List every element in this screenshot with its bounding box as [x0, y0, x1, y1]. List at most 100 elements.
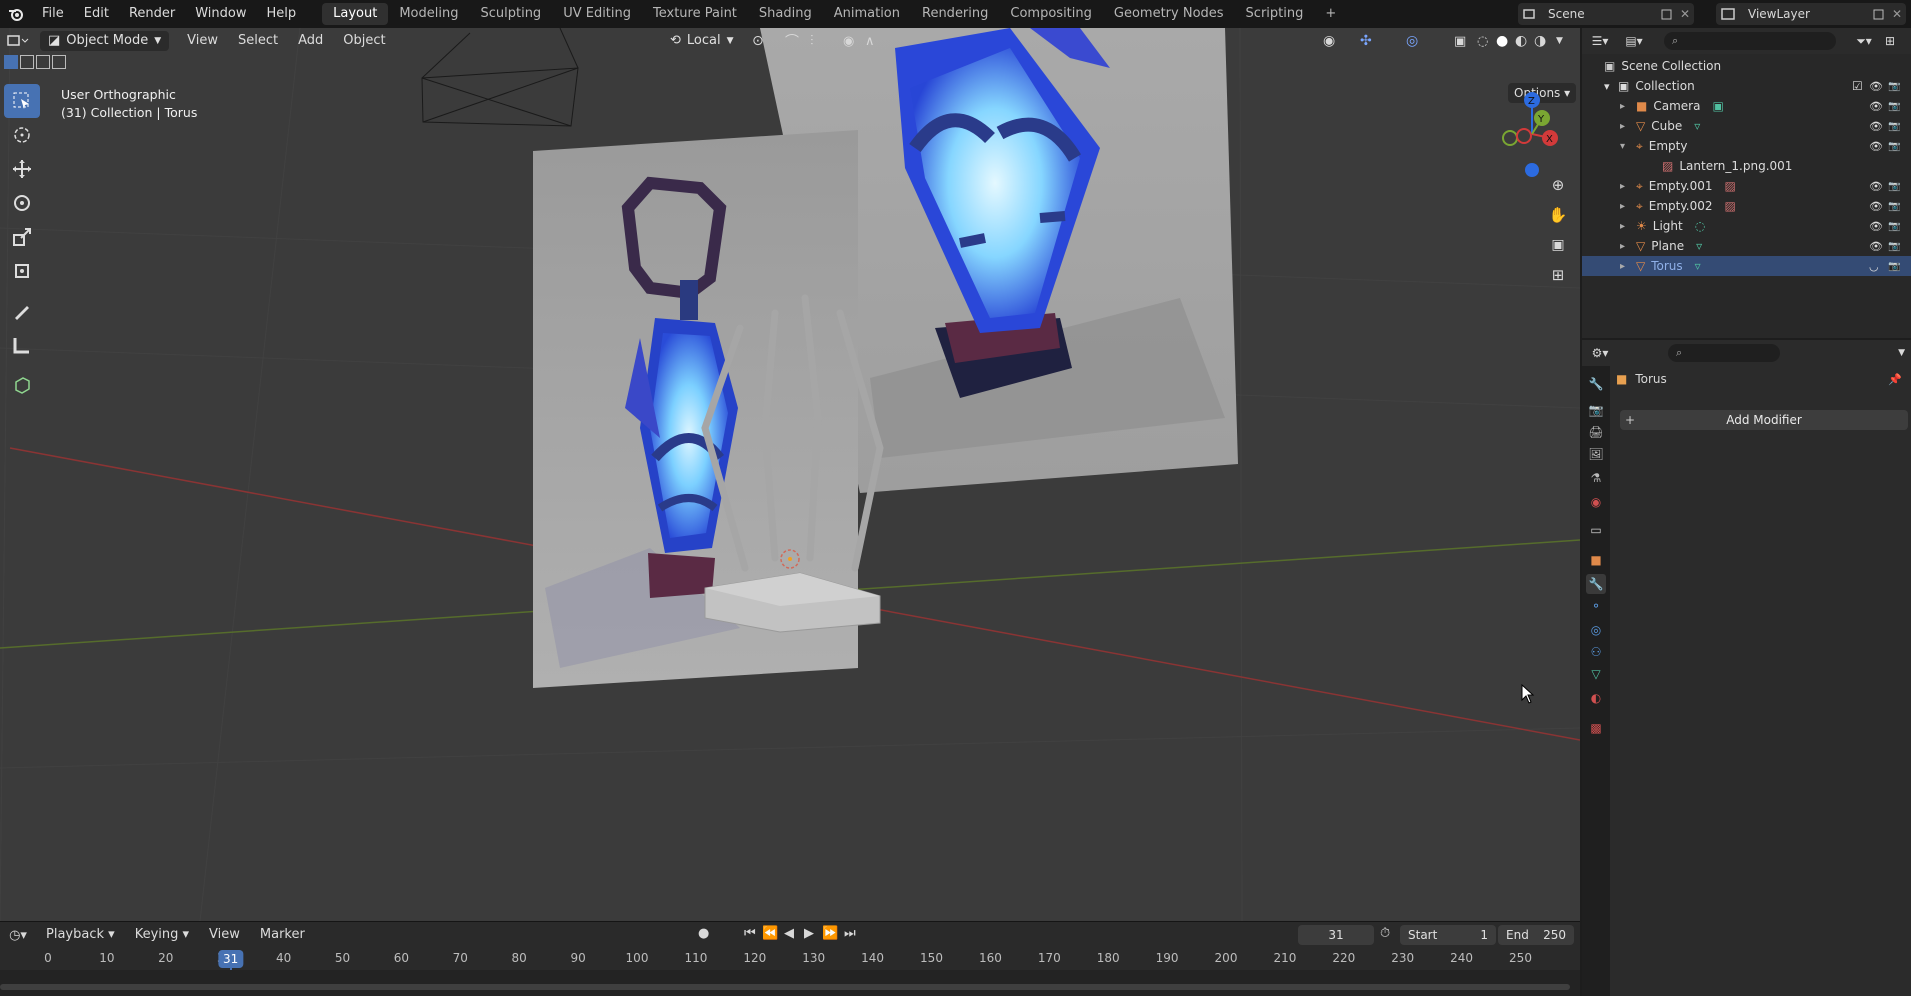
- menu-timeline-view[interactable]: View: [199, 924, 250, 946]
- tab-collection[interactable]: ▭: [1586, 520, 1606, 540]
- light-data-icon[interactable]: ◌: [1695, 219, 1705, 233]
- render-camera-icon[interactable]: 📷: [1888, 241, 1900, 252]
- collection-checkbox[interactable]: ☑: [1852, 79, 1863, 93]
- annotate-tool[interactable]: [4, 294, 40, 328]
- render-camera-icon[interactable]: 📷: [1888, 261, 1900, 272]
- image-icon[interactable]: ▨: [1724, 179, 1735, 193]
- menu-render[interactable]: Render: [119, 0, 185, 28]
- eye-icon[interactable]: 👁: [1869, 100, 1883, 113]
- tab-view-layer[interactable]: 🖼: [1586, 444, 1606, 464]
- outliner-item-plane[interactable]: ▸ ▽ Plane ▿ 👁 📷: [1582, 236, 1911, 256]
- timeline-track[interactable]: [0, 970, 1580, 996]
- properties-search-input[interactable]: ⌕: [1668, 344, 1780, 362]
- menu-window[interactable]: Window: [185, 0, 256, 28]
- jump-start-icon[interactable]: ⏮: [744, 926, 756, 941]
- scale-tool[interactable]: [4, 220, 40, 254]
- ortho-toggle-button[interactable]: ⊞: [1543, 260, 1573, 290]
- eye-icon[interactable]: 👁: [1869, 120, 1883, 133]
- tab-uv-editing[interactable]: UV Editing: [552, 3, 642, 25]
- start-frame-field[interactable]: Start 1: [1400, 925, 1496, 945]
- outliner-item-camera[interactable]: ▸ ■ Camera ▣ 👁 📷: [1582, 96, 1911, 116]
- outliner-item-lantern-1-png-001[interactable]: ▨ Lantern_1.png.001: [1582, 156, 1911, 176]
- menu-select[interactable]: Select: [228, 30, 288, 52]
- outliner-item-empty[interactable]: ▾ ⌖ Empty 👁 📷: [1582, 136, 1911, 156]
- tab-rendering[interactable]: Rendering: [911, 3, 999, 25]
- transform-tool[interactable]: [4, 254, 40, 288]
- menu-object[interactable]: Object: [333, 30, 395, 52]
- add-cube-tool[interactable]: [4, 368, 40, 402]
- delete-scene-icon[interactable]: ✕: [1676, 7, 1694, 21]
- expand-arrow-icon[interactable]: ▸: [1620, 121, 1636, 132]
- tab-world[interactable]: ◉: [1586, 492, 1606, 512]
- snap-target-icon[interactable]: ⫶: [810, 33, 814, 49]
- tab-constraints[interactable]: ⚇: [1586, 642, 1606, 662]
- select-extend-icon[interactable]: [20, 55, 34, 69]
- menu-marker[interactable]: Marker: [250, 924, 315, 946]
- menu-help[interactable]: Help: [257, 0, 307, 28]
- collection-row[interactable]: ▾ ▣ Collection ☑ 👁 📷: [1582, 76, 1911, 96]
- auto-keying-icon[interactable]: ●: [698, 926, 709, 941]
- xray-toggle-icon[interactable]: ▣: [1454, 34, 1466, 49]
- view-layer-selector[interactable]: ViewLayer ✕: [1716, 3, 1906, 25]
- falloff-icon[interactable]: ∧: [865, 34, 875, 49]
- expand-arrow-icon[interactable]: ▸: [1620, 261, 1636, 272]
- camera-view-button[interactable]: ▣: [1543, 230, 1573, 260]
- mode-dropdown[interactable]: ◪ Object Mode ▼: [40, 31, 170, 51]
- new-scene-icon[interactable]: [1658, 8, 1676, 20]
- tab-compositing[interactable]: Compositing: [999, 3, 1103, 25]
- outliner-editor-type-icon[interactable]: ☰▾: [1582, 34, 1618, 48]
- transform-orientation-dropdown[interactable]: ⟲ Local ▼: [662, 31, 742, 51]
- shading-options-icon[interactable]: ▼: [1556, 36, 1563, 46]
- render-camera-icon[interactable]: 📷: [1888, 121, 1900, 132]
- frame-ruler[interactable]: 0102030405060708090100110120130140150160…: [0, 948, 1580, 996]
- pin-icon[interactable]: 📌: [1888, 373, 1902, 386]
- solid-shading-icon[interactable]: ●: [1496, 33, 1508, 49]
- prev-keyframe-icon[interactable]: ⏪: [762, 926, 778, 941]
- tab-shading[interactable]: Shading: [748, 3, 823, 25]
- render-camera-icon[interactable]: 📷: [1888, 181, 1900, 192]
- eye-icon[interactable]: 👁: [1869, 220, 1883, 233]
- menu-edit[interactable]: Edit: [74, 0, 119, 28]
- scene-collection-row[interactable]: ▣ Scene Collection: [1582, 56, 1911, 76]
- image-icon[interactable]: ▨: [1724, 199, 1735, 213]
- expand-arrow-icon[interactable]: ▸: [1620, 181, 1636, 192]
- editor-type-icon[interactable]: [0, 30, 36, 52]
- menu-playback[interactable]: Playback ▾: [36, 924, 125, 946]
- eye-closed-icon[interactable]: ◡: [1869, 260, 1879, 273]
- mesh-data-icon[interactable]: ▿: [1694, 119, 1700, 133]
- proportional-edit-icon[interactable]: ◉: [843, 34, 854, 49]
- tab-object[interactable]: ■: [1586, 550, 1606, 570]
- play-reverse-icon[interactable]: ◀: [784, 926, 794, 941]
- tab-layout[interactable]: Layout: [322, 3, 389, 25]
- rendered-shading-icon[interactable]: ◑: [1534, 33, 1546, 49]
- eye-icon[interactable]: 👁: [1869, 240, 1883, 253]
- delete-view-layer-icon[interactable]: ✕: [1888, 7, 1906, 21]
- filter-icon[interactable]: ⏷▾: [1850, 34, 1878, 49]
- select-new-icon[interactable]: [4, 55, 18, 69]
- outliner-search-input[interactable]: ⌕: [1664, 32, 1836, 50]
- outliner-item-light[interactable]: ▸ ☀ Light ◌ 👁 📷: [1582, 216, 1911, 236]
- render-camera-icon[interactable]: 📷: [1888, 141, 1900, 152]
- gizmo-toggle-icon[interactable]: ✣: [1360, 33, 1372, 49]
- wireframe-shading-icon[interactable]: ◌: [1477, 34, 1488, 49]
- expand-arrow-icon[interactable]: ▸: [1620, 241, 1636, 252]
- expand-arrow-icon[interactable]: ▾: [1620, 141, 1636, 152]
- tab-geometry-nodes[interactable]: Geometry Nodes: [1103, 3, 1235, 25]
- add-workspace-button[interactable]: +: [1314, 3, 1347, 25]
- tab-tool[interactable]: 🔧: [1586, 374, 1606, 394]
- mesh-data-icon[interactable]: ▿: [1695, 259, 1701, 273]
- pivot-icon[interactable]: ⊙: [752, 33, 764, 49]
- pan-view-button[interactable]: ✋: [1543, 200, 1573, 230]
- tab-scripting[interactable]: Scripting: [1235, 3, 1315, 25]
- properties-editor-type-icon[interactable]: ⚙▾: [1582, 346, 1618, 360]
- outliner-item-torus[interactable]: ▸ ▽ Torus ▿ ◡ 📷: [1582, 256, 1911, 276]
- render-camera-icon[interactable]: 📷: [1888, 81, 1900, 92]
- tab-animation[interactable]: Animation: [823, 3, 911, 25]
- rotate-tool[interactable]: [4, 186, 40, 220]
- tab-material[interactable]: ◐: [1586, 688, 1606, 708]
- tab-particles[interactable]: ⚬: [1586, 596, 1606, 616]
- tab-modifiers[interactable]: 🔧: [1586, 574, 1606, 594]
- timeline-editor-type-icon[interactable]: ◷▾: [0, 928, 36, 943]
- visibility-icon[interactable]: ◉: [1323, 33, 1335, 49]
- play-icon[interactable]: ▶: [804, 926, 814, 941]
